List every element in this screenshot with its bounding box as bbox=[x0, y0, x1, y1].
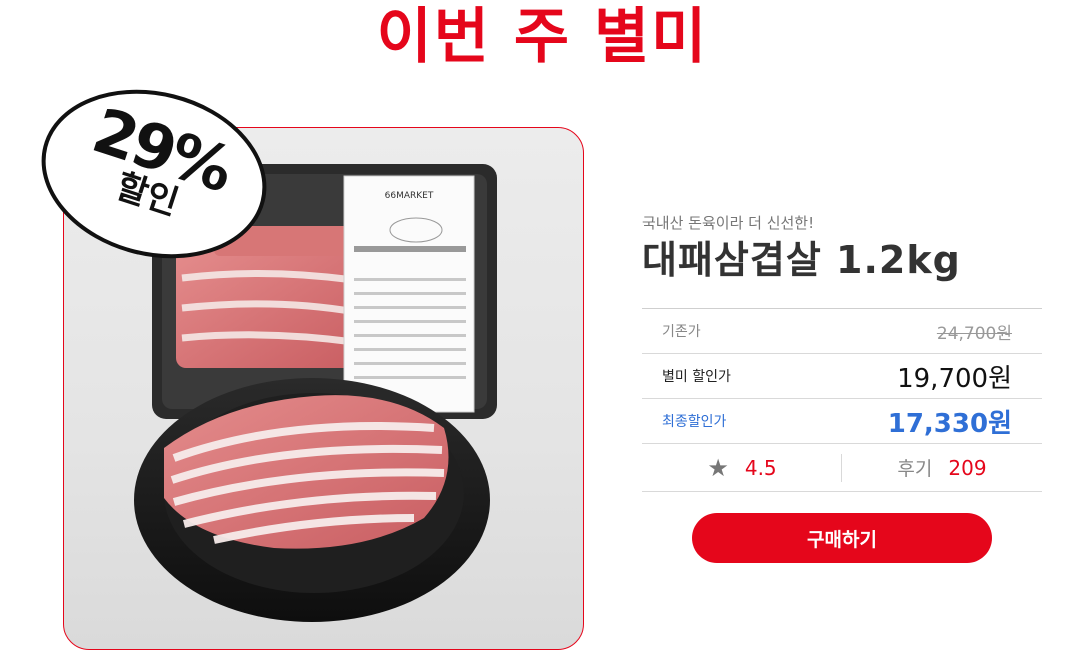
sale-price-value: 19,700원 bbox=[897, 363, 1012, 394]
star-icon: ★ bbox=[707, 453, 729, 482]
page-title: 이번 주 별미 bbox=[376, 2, 709, 72]
price-table: 기존가 24,700원 별미 할인가 19,700원 최종할인가 17,330원… bbox=[642, 308, 1042, 492]
sale-price-row: 별미 할인가 19,700원 bbox=[642, 354, 1042, 399]
review-count-cell[interactable]: 후기 209 bbox=[842, 454, 1042, 481]
review-label: 후기 bbox=[897, 458, 933, 480]
rating-divider bbox=[841, 454, 842, 482]
final-price-value: 17,330원 bbox=[887, 408, 1012, 439]
final-price-row: 최종할인가 17,330원 bbox=[642, 399, 1042, 444]
sale-price-label: 별미 할인가 bbox=[662, 369, 731, 385]
product-name[interactable]: 대패삼겹살 1.2kg bbox=[642, 235, 1042, 287]
discount-badge: 29% 할인 bbox=[38, 88, 270, 260]
final-price-label: 최종할인가 bbox=[662, 414, 727, 430]
product-info: 국내산 돈육이라 더 신선한! 대패삼겹살 1.2kg bbox=[642, 208, 1042, 287]
original-price-value: 24,700원 bbox=[936, 323, 1012, 344]
rating-row: ★ 4.5 후기 209 bbox=[642, 444, 1042, 492]
original-price-label: 기존가 bbox=[662, 324, 701, 340]
review-count: 209 bbox=[948, 455, 987, 480]
original-price-row: 기존가 24,700원 bbox=[642, 309, 1042, 354]
rating-score-cell: ★ 4.5 bbox=[642, 456, 842, 480]
rating-score: 4.5 bbox=[744, 455, 777, 480]
product-subtitle: 국내산 돈육이라 더 신선한! bbox=[642, 214, 815, 232]
buy-button[interactable]: 구매하기 bbox=[692, 513, 992, 563]
package-brand: 66MARKET bbox=[385, 191, 434, 201]
